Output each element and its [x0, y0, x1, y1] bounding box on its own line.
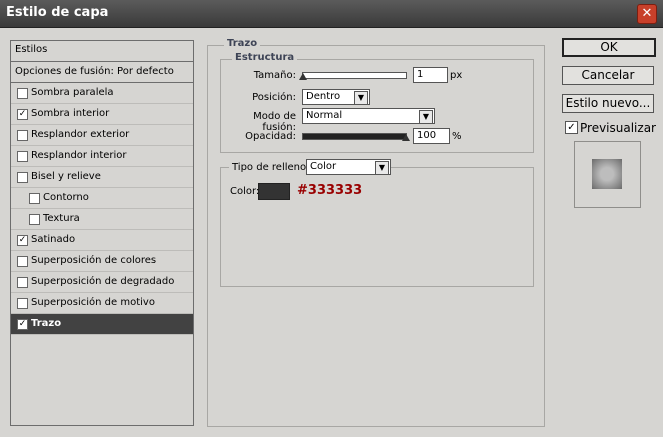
style-item-label: Superposición de colores	[31, 255, 157, 266]
styles-panel: Estilos Opciones de fusión: Por defecto …	[10, 40, 194, 426]
style-item[interactable]: Resplandor exterior	[11, 125, 193, 146]
fill-type-label: Tipo de relleno:	[229, 162, 313, 173]
style-item-label: Resplandor exterior	[31, 129, 130, 140]
style-item-checkbox[interactable]	[29, 193, 40, 204]
opacity-slider[interactable]	[302, 133, 407, 140]
opacity-input[interactable]: 100	[413, 128, 450, 144]
style-item-checkbox[interactable]	[17, 298, 28, 309]
position-select[interactable]: Dentro ▼	[302, 89, 370, 105]
ok-button[interactable]: OK	[562, 38, 656, 57]
size-unit: px	[450, 70, 463, 81]
size-slider-thumb[interactable]	[299, 73, 307, 80]
style-item[interactable]: Contorno	[11, 188, 193, 209]
style-item[interactable]: ✓ Trazo	[11, 314, 193, 335]
chevron-down-icon: ▼	[354, 91, 368, 105]
style-item-label: Textura	[43, 213, 80, 224]
styles-header[interactable]: Estilos	[11, 41, 193, 62]
position-label: Posición:	[252, 92, 296, 103]
style-item-label: Superposición de motivo	[31, 297, 155, 308]
style-item[interactable]: Textura	[11, 209, 193, 230]
preview-label[interactable]: Previsualizar	[580, 121, 656, 135]
blend-mode-label: Modo de fusión:	[253, 111, 296, 133]
style-item-checkbox[interactable]	[17, 172, 28, 183]
structure-title: Estructura	[232, 52, 298, 63]
style-item-label: Contorno	[43, 192, 89, 203]
style-item[interactable]: Superposición de degradado	[11, 272, 193, 293]
check-icon: ✓	[567, 122, 576, 133]
close-icon: ✕	[641, 6, 653, 21]
opacity-slider-thumb[interactable]	[402, 134, 410, 141]
style-item-checkbox[interactable]: ✓	[17, 319, 28, 330]
style-item-label: Sombra interior	[31, 108, 110, 119]
window-title: Estilo de capa	[6, 5, 109, 20]
style-item[interactable]: Sombra paralela	[11, 83, 193, 104]
color-hex-text: #333333	[297, 183, 363, 198]
style-item-checkbox[interactable]	[17, 88, 28, 99]
blend-mode-value: Normal	[306, 110, 343, 121]
style-item[interactable]: ✓ Sombra interior	[11, 104, 193, 125]
style-item[interactable]: ✓ Satinado	[11, 230, 193, 251]
preview-thumbnail	[592, 159, 622, 189]
style-item[interactable]: Superposición de colores	[11, 251, 193, 272]
style-item-label: Sombra paralela	[31, 87, 114, 98]
style-item-label: Satinado	[31, 234, 76, 245]
close-button[interactable]: ✕	[637, 4, 657, 24]
fill-type-value: Color	[310, 161, 337, 172]
style-preview	[574, 141, 641, 208]
title-bar: Estilo de capa ✕	[0, 0, 663, 28]
style-item-label: Bisel y relieve	[31, 171, 101, 182]
style-item-checkbox[interactable]	[17, 256, 28, 267]
blend-mode-select[interactable]: Normal ▼	[302, 108, 435, 124]
style-item-label: Trazo	[31, 318, 62, 329]
fill-type-select[interactable]: Color ▼	[306, 159, 391, 175]
style-item-checkbox[interactable]	[29, 214, 40, 225]
style-item-label: Resplandor interior	[31, 150, 127, 161]
style-list: Sombra paralela ✓ Sombra interior Resplando…	[11, 83, 193, 335]
style-item[interactable]: Superposición de motivo	[11, 293, 193, 314]
preview-checkbox[interactable]: ✓	[565, 121, 578, 134]
style-item[interactable]: Bisel y relieve	[11, 167, 193, 188]
size-slider[interactable]	[302, 72, 407, 79]
style-item[interactable]: Resplandor interior	[11, 146, 193, 167]
cancel-button[interactable]: Cancelar	[562, 66, 654, 85]
stroke-title: Trazo	[224, 38, 261, 49]
size-label: Tamaño:	[253, 70, 296, 81]
color-label: Color:	[230, 186, 260, 197]
position-value: Dentro	[306, 91, 341, 102]
style-item-checkbox[interactable]	[17, 277, 28, 288]
style-item-checkbox[interactable]: ✓	[17, 235, 28, 246]
color-swatch[interactable]	[258, 183, 290, 200]
chevron-down-icon: ▼	[419, 110, 433, 124]
new-style-button[interactable]: Estilo nuevo...	[562, 94, 654, 113]
style-item-checkbox[interactable]	[17, 151, 28, 162]
style-item-checkbox[interactable]: ✓	[17, 109, 28, 120]
style-item-label: Superposición de degradado	[31, 276, 175, 287]
opacity-unit: %	[452, 131, 462, 142]
style-item-checkbox[interactable]	[17, 130, 28, 141]
opacity-slider-fill	[303, 134, 406, 139]
opacity-label: Opacidad:	[245, 131, 296, 142]
chevron-down-icon: ▼	[375, 161, 389, 175]
blending-options[interactable]: Opciones de fusión: Por defecto	[11, 62, 193, 83]
size-input[interactable]: 1	[413, 67, 448, 83]
